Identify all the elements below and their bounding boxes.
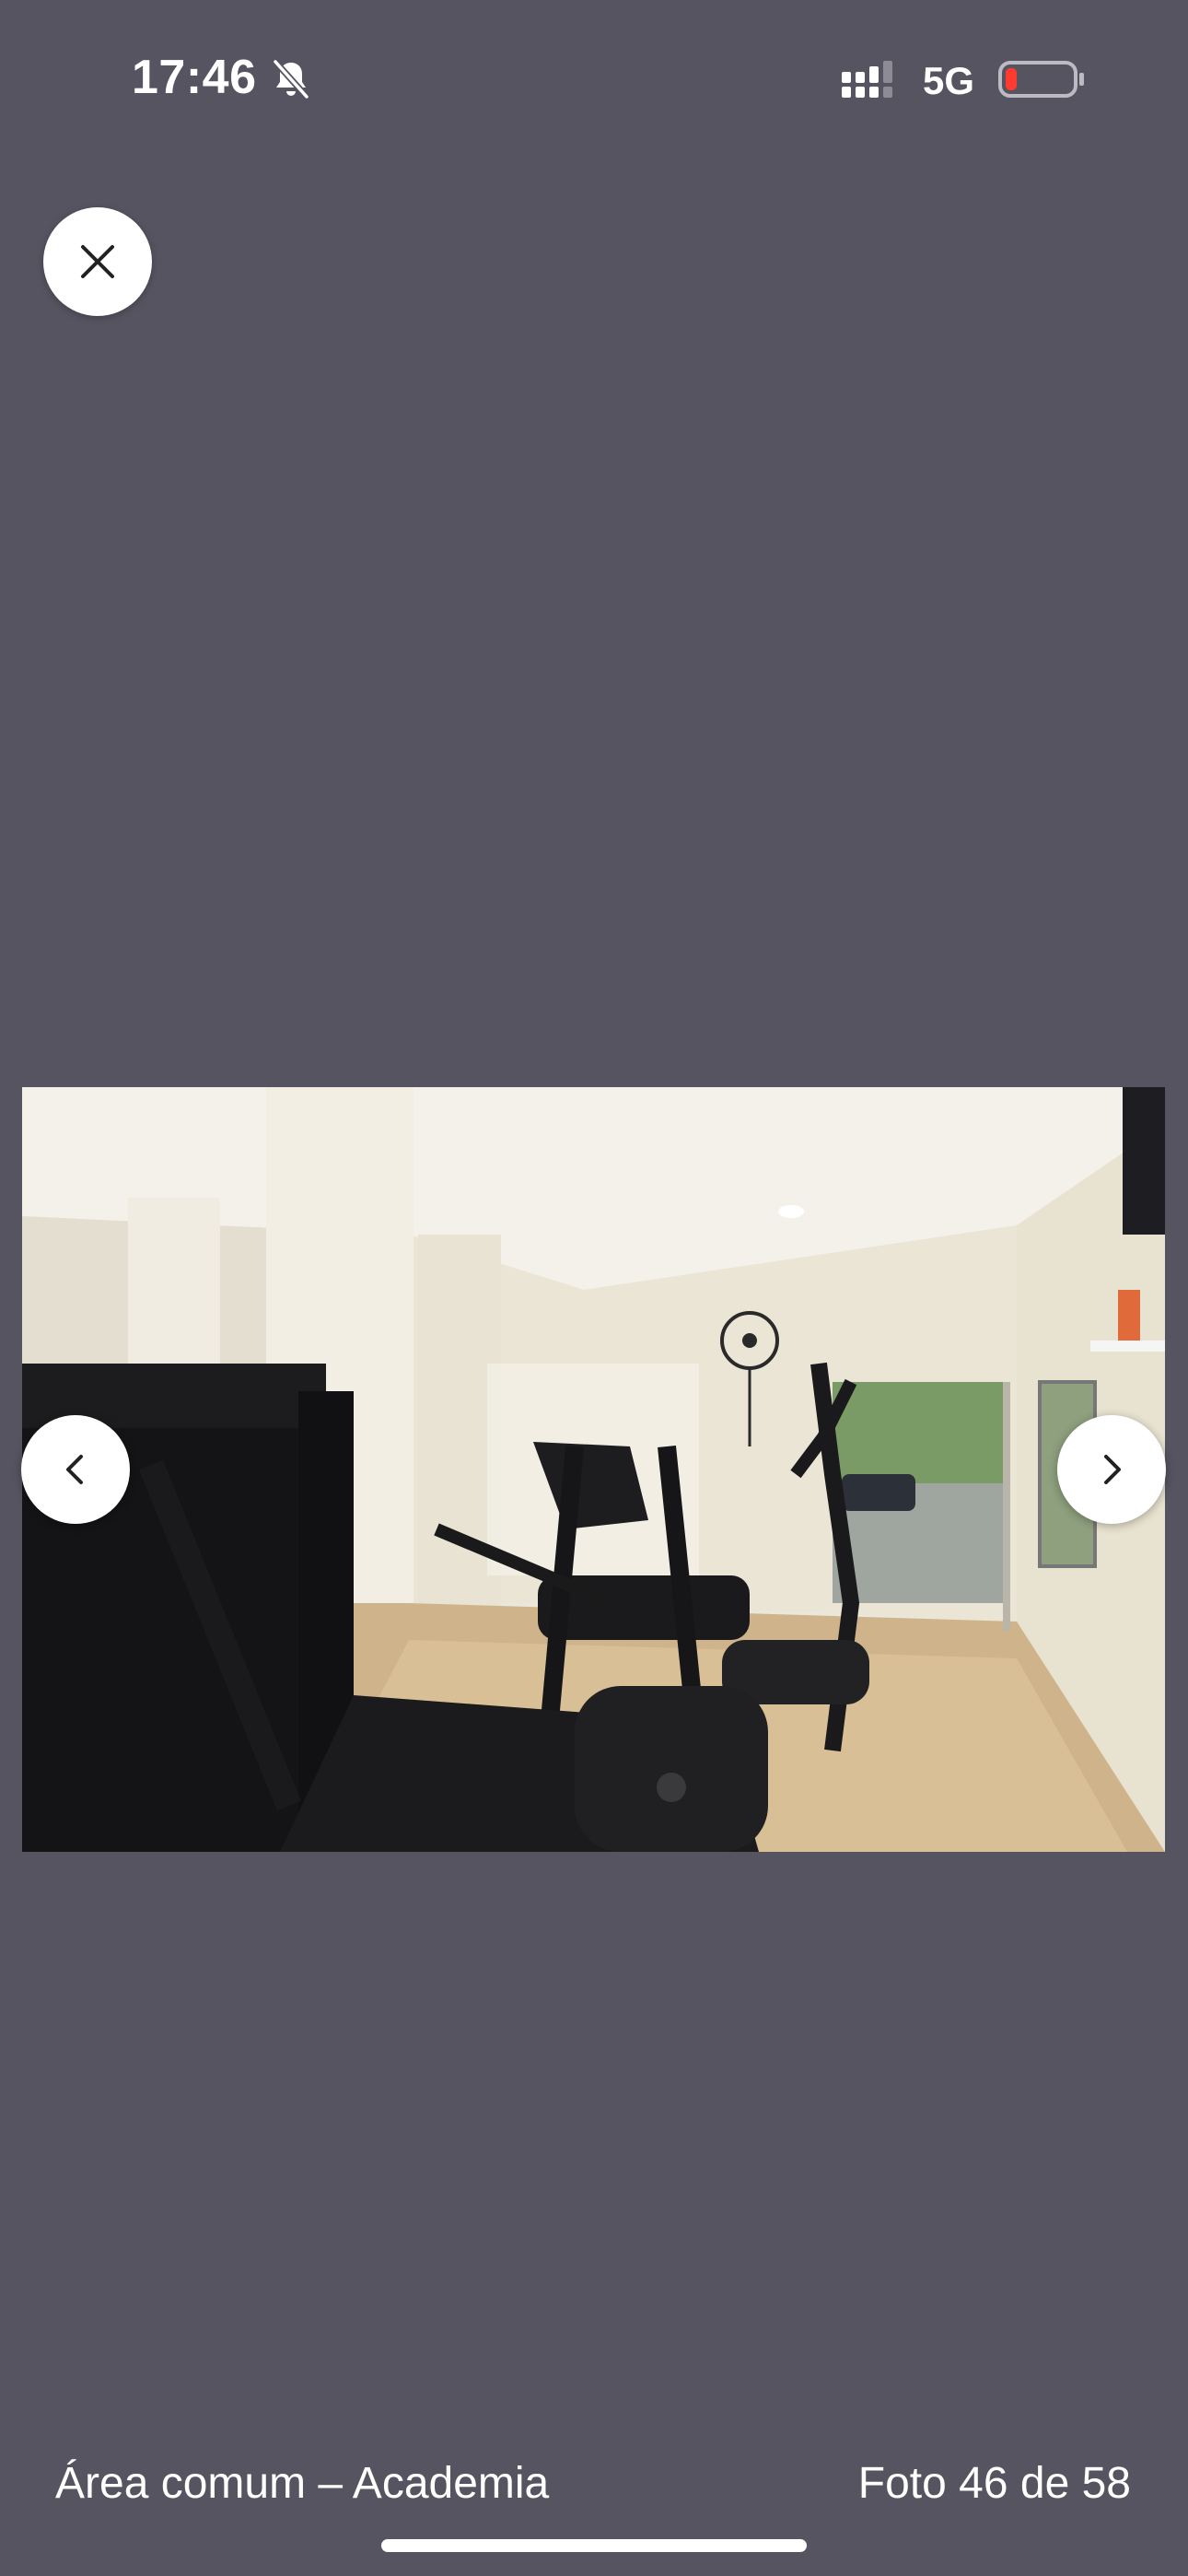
photo-caption: Área comum – Academia xyxy=(55,2459,550,2508)
cellular-signal-icon xyxy=(842,61,892,98)
close-icon xyxy=(81,245,114,278)
next-photo-button[interactable] xyxy=(1057,1415,1166,1524)
chevron-right-icon xyxy=(1104,1455,1121,1484)
photo-counter: Foto 46 de 58 xyxy=(857,2459,1131,2508)
battery-low-icon xyxy=(998,61,1084,98)
network-type: 5G xyxy=(923,59,975,102)
home-indicator[interactable] xyxy=(381,2539,807,2552)
close-button[interactable] xyxy=(43,207,152,316)
bell-slash-icon xyxy=(272,58,310,100)
previous-photo-button[interactable] xyxy=(21,1415,130,1524)
status-time: 17:46 xyxy=(132,51,257,104)
status-bar: 17:46 5G xyxy=(0,0,1188,166)
chevron-left-icon xyxy=(66,1455,83,1484)
gym-photo xyxy=(22,1087,1165,1852)
